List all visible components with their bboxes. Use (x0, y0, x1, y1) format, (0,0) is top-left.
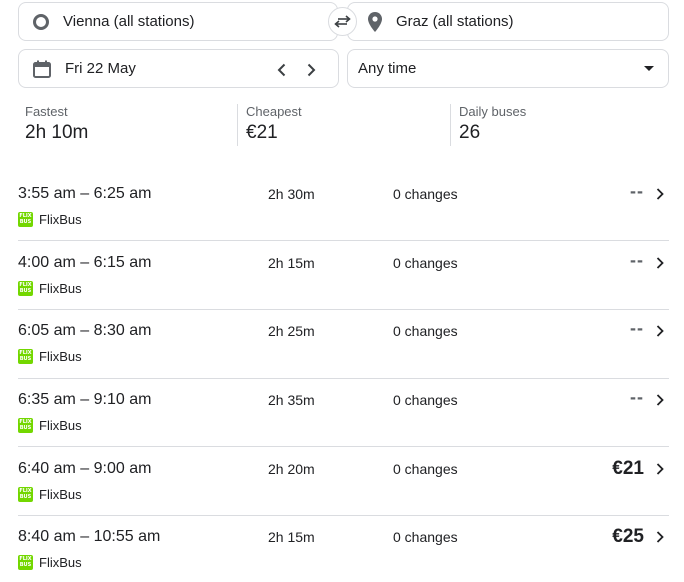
previous-day-button[interactable] (271, 60, 291, 80)
date-text: Fri 22 May (65, 60, 136, 77)
flixbus-logo: FLIX BUS (18, 487, 33, 502)
trip-changes: 0 changes (393, 392, 458, 408)
trip-duration: 2h 15m (268, 529, 315, 545)
stat-daily-buses: Daily buses 26 (459, 104, 526, 148)
flixbus-logo: FLIX BUS (18, 418, 33, 433)
chevron-right-icon (655, 256, 665, 270)
departure-arrival-times: 3:55 am – 6:25 am (18, 185, 152, 202)
trip-duration: 2h 25m (268, 323, 315, 339)
result-row[interactable]: 8:40 am – 10:55 am 2h 15m 0 changes €25 … (0, 522, 684, 582)
flixbus-logo: FLIX BUS (18, 349, 33, 364)
stat-fastest-value: 2h 10m (25, 122, 89, 143)
chevron-left-icon (277, 63, 285, 77)
stat-fastest: Fastest 2h 10m (25, 104, 88, 148)
trip-changes: 0 changes (393, 255, 458, 271)
time-select[interactable]: Any time (347, 49, 669, 88)
stat-divider (450, 104, 451, 146)
location-pin-icon (368, 11, 382, 32)
stat-divider (237, 104, 238, 146)
operator-name: FlixBus (39, 487, 82, 502)
departure-arrival-times: 6:35 am – 9:10 am (18, 391, 152, 408)
caret-down-icon (644, 66, 654, 71)
swap-arrows-icon (334, 15, 351, 28)
stat-daily-value: 26 (459, 122, 481, 143)
departure-arrival-times: 4:00 am – 6:15 am (18, 254, 152, 271)
operator-name: FlixBus (39, 418, 82, 433)
result-row[interactable]: 6:05 am – 8:30 am 2h 25m 0 changes -- FL… (0, 316, 684, 385)
flixbus-logo: FLIX BUS (18, 281, 33, 296)
stat-cheapest-value: €21 (246, 122, 278, 143)
result-row[interactable]: 4:00 am – 6:15 am 2h 15m 0 changes -- FL… (0, 248, 684, 317)
destination-text: Graz (all stations) (396, 13, 514, 30)
stat-cheapest-label: Cheapest (246, 104, 302, 119)
chevron-right-icon (655, 324, 665, 338)
departure-arrival-times: 8:40 am – 10:55 am (18, 528, 161, 545)
row-divider (18, 309, 669, 310)
trip-changes: 0 changes (393, 323, 458, 339)
stat-cheapest: Cheapest €21 (246, 104, 302, 148)
origin-circle-icon (33, 13, 49, 30)
trip-price: €21 (612, 458, 644, 479)
trip-price: -- (630, 250, 644, 270)
stat-daily-label: Daily buses (459, 104, 527, 119)
calendar-icon (33, 60, 51, 78)
origin-text: Vienna (all stations) (63, 13, 195, 30)
row-divider (18, 240, 669, 241)
departure-arrival-times: 6:05 am – 8:30 am (18, 322, 152, 339)
destination-field[interactable]: Graz (all stations) (347, 2, 669, 41)
departure-arrival-times: 6:40 am – 9:00 am (18, 460, 152, 477)
trip-price: -- (630, 387, 644, 407)
trip-duration: 2h 35m (268, 392, 315, 408)
flixbus-logo: FLIX BUS (18, 555, 33, 570)
operator-name: FlixBus (39, 349, 82, 364)
date-field[interactable]: Fri 22 May (18, 49, 339, 88)
time-text: Any time (358, 60, 417, 77)
result-row[interactable]: 6:40 am – 9:00 am 2h 20m 0 changes €21 F… (0, 454, 684, 523)
trip-changes: 0 changes (393, 461, 458, 477)
result-row[interactable]: 3:55 am – 6:25 am 2h 30m 0 changes -- FL… (0, 179, 684, 248)
trip-duration: 2h 15m (268, 255, 315, 271)
chevron-right-icon (655, 393, 665, 407)
chevron-right-icon (307, 63, 315, 77)
stat-fastest-label: Fastest (25, 104, 68, 119)
trip-price: -- (630, 318, 644, 338)
row-divider (18, 446, 669, 447)
result-row[interactable]: 6:35 am – 9:10 am 2h 35m 0 changes -- FL… (0, 385, 684, 454)
operator-name: FlixBus (39, 281, 82, 296)
row-divider (18, 515, 669, 516)
trip-changes: 0 changes (393, 529, 458, 545)
operator-name: FlixBus (39, 555, 82, 570)
chevron-right-icon (655, 187, 665, 201)
operator-name: FlixBus (39, 212, 82, 227)
trip-duration: 2h 30m (268, 186, 315, 202)
chevron-right-icon (655, 530, 665, 544)
flixbus-logo: FLIX BUS (18, 212, 33, 227)
origin-field[interactable]: Vienna (all stations) (18, 2, 338, 41)
trip-price: €25 (612, 526, 644, 547)
trip-price: -- (630, 181, 644, 201)
row-divider (18, 378, 669, 379)
trip-duration: 2h 20m (268, 461, 315, 477)
swap-button[interactable] (328, 7, 357, 36)
chevron-right-icon (655, 462, 665, 476)
next-day-button[interactable] (301, 60, 321, 80)
trip-changes: 0 changes (393, 186, 458, 202)
